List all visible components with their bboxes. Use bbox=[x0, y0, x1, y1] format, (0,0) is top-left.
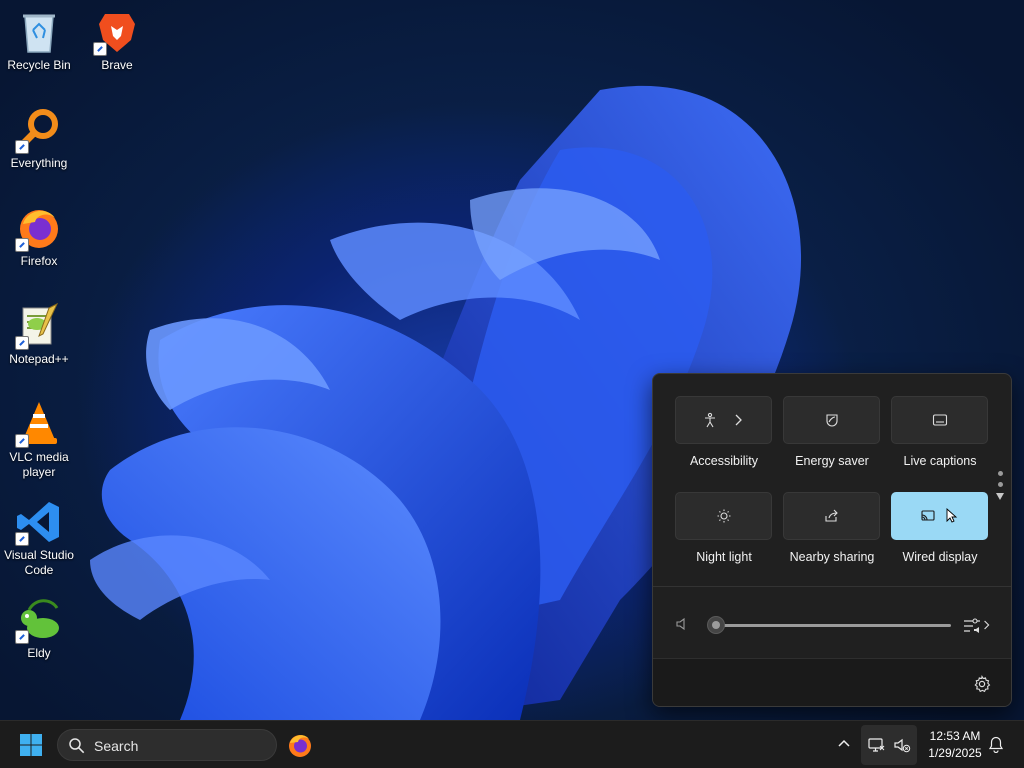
accessibility-icon bbox=[704, 412, 715, 428]
vlc-icon bbox=[15, 400, 63, 448]
everything-search-icon bbox=[15, 106, 63, 154]
clock-date: 1/29/2025 bbox=[928, 746, 982, 760]
tile-label: Accessibility bbox=[689, 454, 759, 468]
nearby-sharing-toggle-button[interactable] bbox=[783, 492, 880, 540]
search-icon bbox=[69, 738, 85, 754]
tile-label: Nearby sharing bbox=[789, 550, 875, 564]
tile-nearby-sharing: Nearby sharing bbox=[783, 492, 881, 564]
desktop-icon-brave[interactable]: Brave bbox=[78, 8, 156, 73]
desktop-icon-label: Everything bbox=[10, 156, 68, 170]
volume-row bbox=[675, 612, 991, 638]
flyout-divider bbox=[653, 586, 1011, 587]
chevron-right-icon bbox=[984, 620, 990, 630]
sound-output-button[interactable] bbox=[963, 614, 993, 636]
live-captions-icon bbox=[932, 414, 947, 426]
night-light-icon bbox=[717, 509, 730, 523]
taskbar: Search 12:53 AM 1/29/2025 bbox=[0, 720, 1024, 768]
firefox-icon bbox=[15, 204, 63, 252]
pager-dot[interactable] bbox=[997, 482, 1003, 487]
recycle-bin-icon bbox=[15, 8, 63, 56]
chevron-up-icon[interactable] bbox=[836, 736, 852, 752]
quick-settings-flyout: Accessibility Energy saver Live captions… bbox=[652, 373, 1012, 707]
taskbar-clock[interactable]: 12:53 AM 1/29/2025 bbox=[920, 728, 990, 762]
volume-muted-icon bbox=[894, 738, 911, 753]
desktop-icon-label: Eldy bbox=[27, 646, 51, 660]
desktop-icon-eldy[interactable]: Eldy bbox=[0, 596, 78, 661]
desktop-icon-vscode[interactable]: Visual Studio Code bbox=[0, 498, 78, 578]
firefox-taskbar-icon[interactable] bbox=[287, 732, 313, 758]
desktop-icon-everything[interactable]: Everything bbox=[0, 106, 78, 171]
energy-saver-icon bbox=[825, 414, 838, 427]
flyout-footer bbox=[653, 658, 1011, 706]
quick-settings-tray-button[interactable] bbox=[861, 725, 917, 765]
desktop-icon-label: Brave bbox=[101, 58, 133, 72]
desktop-icon-label: Notepad++ bbox=[9, 352, 69, 366]
taskbar-search-box[interactable]: Search bbox=[57, 729, 277, 761]
quick-settings-tiles: Accessibility Energy saver Live captions… bbox=[675, 396, 991, 592]
chevron-right-icon bbox=[735, 414, 742, 426]
tile-label: Night light bbox=[696, 550, 752, 564]
desktop-icon-label: VLC media player bbox=[9, 450, 69, 479]
notepadpp-icon bbox=[15, 302, 63, 350]
tile-label: Energy saver bbox=[795, 454, 869, 468]
desktop-icon-recycle-bin[interactable]: Recycle Bin bbox=[0, 8, 78, 73]
vscode-icon bbox=[15, 498, 63, 546]
wired-display-toggle-button[interactable] bbox=[891, 492, 988, 540]
tile-energy-saver: Energy saver bbox=[783, 396, 881, 468]
notification-bell-icon[interactable] bbox=[988, 736, 1004, 753]
cast-icon bbox=[920, 510, 935, 521]
audio-mixer-icon bbox=[964, 618, 980, 633]
clock-time: 12:53 AM bbox=[929, 729, 981, 743]
search-placeholder: Search bbox=[94, 738, 139, 754]
network-icon bbox=[868, 738, 885, 752]
eldy-icon bbox=[15, 596, 63, 644]
tile-accessibility: Accessibility bbox=[675, 396, 773, 468]
desktop-icon-label: Firefox bbox=[20, 254, 58, 268]
volume-slider-thumb[interactable] bbox=[707, 616, 725, 634]
desktop-icon-label: Visual Studio Code bbox=[4, 548, 74, 577]
night-light-toggle-button[interactable] bbox=[675, 492, 772, 540]
desktop-icon-label: Recycle Bin bbox=[7, 58, 71, 72]
tile-label: Wired display bbox=[902, 550, 978, 564]
mouse-pointer-icon bbox=[946, 508, 957, 523]
accessibility-toggle-button[interactable] bbox=[675, 396, 772, 444]
brave-icon bbox=[93, 8, 141, 56]
tiles-pager[interactable] bbox=[996, 471, 1004, 500]
nearby-sharing-icon bbox=[824, 509, 838, 522]
volume-slider-track[interactable] bbox=[717, 624, 951, 627]
tile-night-light: Night light bbox=[675, 492, 773, 564]
desktop-icon-vlc[interactable]: VLC media player bbox=[0, 400, 78, 480]
pager-dot[interactable] bbox=[997, 471, 1003, 476]
gear-icon[interactable] bbox=[973, 675, 991, 693]
tile-wired-display: Wired display bbox=[891, 492, 989, 564]
energy-saver-toggle-button[interactable] bbox=[783, 396, 880, 444]
windows-start-icon[interactable] bbox=[19, 733, 43, 757]
live-captions-toggle-button[interactable] bbox=[891, 396, 988, 444]
tile-label: Live captions bbox=[903, 454, 977, 468]
desktop-icon-firefox[interactable]: Firefox bbox=[0, 204, 78, 269]
tile-live-captions: Live captions bbox=[891, 396, 989, 468]
desktop-icon-notepadpp[interactable]: Notepad++ bbox=[0, 302, 78, 367]
pager-down-arrow-icon[interactable] bbox=[996, 493, 1004, 500]
speaker-muted-icon[interactable] bbox=[675, 616, 691, 632]
